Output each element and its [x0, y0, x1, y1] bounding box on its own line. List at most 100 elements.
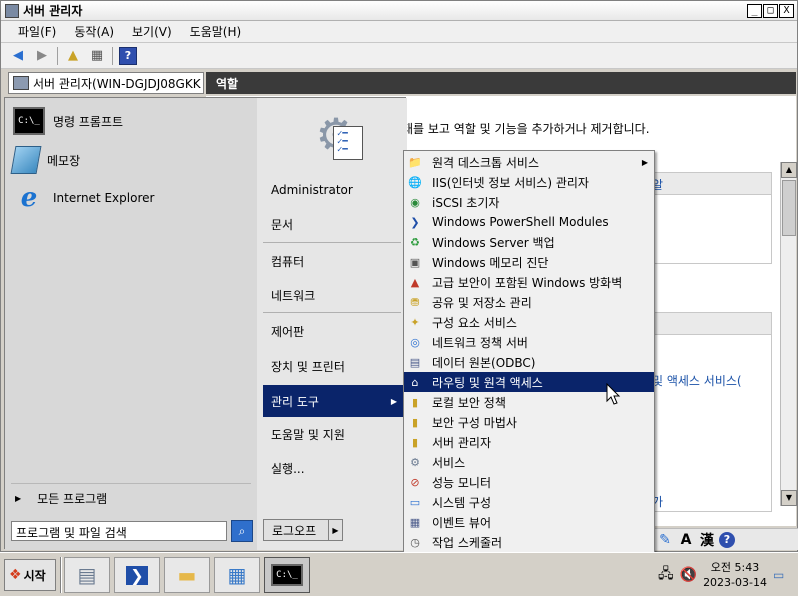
- pinned-command-prompt[interactable]: C:\_ 명령 프롬프트: [13, 105, 123, 137]
- admin-tool-item[interactable]: ▤ 데이터 원본(ODBC): [404, 352, 654, 372]
- minimize-button[interactable]: _: [747, 3, 762, 18]
- start-item-admin-tools[interactable]: 관리 도구 ▶: [263, 385, 403, 417]
- pinned-internet-explorer[interactable]: e Internet Explorer: [13, 182, 155, 214]
- start-item-network[interactable]: 네트워크: [263, 281, 403, 309]
- admin-tool-label: 보안 구성 마법사: [432, 415, 517, 430]
- ime-mode-icon[interactable]: A: [677, 531, 695, 549]
- all-programs-label: 모든 프로그램: [37, 492, 108, 506]
- close-button[interactable]: X: [779, 3, 794, 18]
- folder-icon: 📁: [408, 155, 422, 169]
- admin-tool-item[interactable]: ▦ 이벤트 뷰어: [404, 512, 654, 532]
- separator: [60, 557, 62, 593]
- start-item-label: 컴퓨터: [271, 254, 305, 269]
- vertical-scrollbar[interactable]: ▲ ▼: [780, 162, 797, 506]
- language-bar: ✎ A 漢 ?: [654, 528, 798, 550]
- admin-tool-item[interactable]: ⚙ 서비스: [404, 452, 654, 472]
- start-button[interactable]: ❖ 시작: [4, 559, 56, 591]
- admin-tool-item[interactable]: 📁 원격 데스크톱 서비스 ▶: [404, 152, 654, 172]
- menu-help[interactable]: 도움말(H): [181, 21, 251, 42]
- maximize-button[interactable]: □: [763, 3, 778, 18]
- shutdown-options-arrow-icon[interactable]: ▶: [328, 520, 342, 540]
- start-item-label: 관리 도구: [271, 394, 319, 409]
- menu-bar: 파일(F) 동작(A) 보기(V) 도움말(H): [1, 21, 797, 43]
- admin-tool-label: 작업 스케줄러: [432, 535, 503, 550]
- separator: [11, 483, 251, 484]
- powershell-icon: ❯: [410, 215, 420, 229]
- admin-tool-item[interactable]: ▲ 고급 보안이 포함된 Windows 방화벽: [404, 272, 654, 292]
- scroll-down-icon[interactable]: ▼: [781, 490, 797, 506]
- pinned-label: 명령 프롬프트: [53, 114, 124, 129]
- services-icon: ⚙: [410, 455, 420, 469]
- admin-tool-item[interactable]: ❯ Windows PowerShell Modules: [404, 212, 654, 232]
- start-item-control-panel[interactable]: 제어판: [263, 317, 403, 345]
- title-bar[interactable]: 서버 관리자 _ □ X: [1, 1, 797, 21]
- help-icon[interactable]: ?: [119, 46, 137, 65]
- start-label: 시작: [23, 568, 46, 583]
- start-item-devices-printers[interactable]: 장치 및 프린터: [263, 352, 403, 380]
- all-programs[interactable]: ▶ 모든 프로그램: [15, 490, 253, 507]
- routing-service-link-partial[interactable]: 및 액세스 서비스(: [652, 372, 742, 389]
- start-menu: C:\_ 명령 프롬프트 메모장 e Internet Explorer ▶ 모…: [4, 97, 407, 550]
- memory-diagnostic-icon: ▣: [409, 255, 421, 269]
- admin-tool-item[interactable]: ▣ Windows 메모리 진단: [404, 252, 654, 272]
- clock[interactable]: 오전 5:43 2023-03-14: [703, 560, 767, 590]
- taskbar-server-manager[interactable]: ▤: [64, 557, 110, 593]
- admin-tool-item[interactable]: ▮ 서버 관리자: [404, 432, 654, 452]
- start-item-help-support[interactable]: 도움말 및 지원: [263, 420, 403, 448]
- menu-action[interactable]: 동작(A): [65, 21, 123, 42]
- admin-tool-item[interactable]: ◉ iSCSI 초기자: [404, 192, 654, 212]
- taskbar-explorer[interactable]: ▬: [164, 557, 210, 593]
- taskbar-command-prompt[interactable]: C:\_: [264, 557, 310, 593]
- admin-tool-label: 네트워크 정책 서버: [432, 335, 528, 350]
- hanja-icon[interactable]: 漢: [698, 531, 716, 549]
- checklist-icon: ✓━ ✓━ ✓━: [333, 126, 363, 160]
- admin-tool-item[interactable]: ♻ Windows Server 백업: [404, 232, 654, 252]
- admin-tool-item[interactable]: ◷ 작업 스케줄러: [404, 532, 654, 552]
- pinned-label: 메모장: [47, 153, 81, 168]
- powershell-icon: ❯: [126, 565, 148, 585]
- back-arrow-icon[interactable]: ◀: [9, 47, 27, 65]
- menu-view[interactable]: 보기(V): [123, 21, 181, 42]
- admin-tool-item[interactable]: ⛃ 공유 및 저장소 관리: [404, 292, 654, 312]
- start-item-administrator[interactable]: Administrator: [263, 176, 403, 204]
- backup-icon: ♻: [410, 235, 420, 249]
- taskbar-powershell[interactable]: ❯: [114, 557, 160, 593]
- up-folder-icon[interactable]: ▲: [64, 47, 82, 65]
- admin-tool-item[interactable]: ✦ 구성 요소 서비스: [404, 312, 654, 332]
- toolbar-separator: [57, 46, 58, 65]
- role-description: 태를 보고 역할 및 기능을 추가하거나 제거합니다.: [402, 122, 650, 136]
- start-item-computer[interactable]: 컴퓨터: [263, 247, 403, 275]
- admin-tool-item[interactable]: ▭ 시스템 구성: [404, 492, 654, 512]
- start-item-label: 장치 및 프린터: [271, 359, 345, 374]
- menu-file[interactable]: 파일(F): [9, 21, 65, 42]
- start-item-run[interactable]: 실행...: [263, 454, 403, 482]
- show-tree-icon[interactable]: ▦: [88, 47, 106, 65]
- server-icon: [13, 76, 29, 90]
- taskbar-network[interactable]: ▦: [214, 557, 260, 593]
- admin-tool-item[interactable]: ◎ 네트워크 정책 서버: [404, 332, 654, 352]
- search-icon[interactable]: ⌕: [231, 520, 253, 542]
- admin-tool-item[interactable]: ▮ 보안 구성 마법사: [404, 412, 654, 432]
- pinned-notepad[interactable]: 메모장: [10, 144, 81, 176]
- admin-tool-label: 로컬 보안 정책: [432, 395, 506, 410]
- ime-help-icon[interactable]: ?: [719, 531, 735, 548]
- start-item-documents[interactable]: 문서: [263, 210, 403, 238]
- show-desktop-icon[interactable]: ▭: [773, 568, 784, 582]
- logoff-button[interactable]: 로그오프 ▶: [263, 519, 343, 541]
- command-prompt-icon: C:\_: [13, 107, 45, 135]
- volume-muted-icon[interactable]: 🔇: [680, 567, 697, 583]
- admin-tool-item[interactable]: 🌐 IIS(인터넷 정보 서비스) 관리자: [404, 172, 654, 192]
- search-input[interactable]: 프로그램 및 파일 검색: [11, 521, 227, 541]
- network-tray-icon[interactable]: 🖧: [658, 563, 674, 587]
- scroll-up-icon[interactable]: ▲: [781, 162, 797, 178]
- security-wizard-icon: ▮: [411, 415, 419, 429]
- admin-tool-item[interactable]: ⊘ 성능 모니터: [404, 472, 654, 492]
- tree-root[interactable]: 서버 관리자(WIN-DGJDJ08GKK: [8, 72, 204, 94]
- admin-tool-label: 라우팅 및 원격 액세스: [432, 375, 543, 390]
- forward-arrow-icon[interactable]: ▶: [33, 47, 51, 65]
- ime-pen-icon[interactable]: ✎: [656, 531, 674, 549]
- role-header: 역할: [206, 72, 796, 94]
- scroll-thumb[interactable]: [782, 180, 796, 236]
- admin-tool-label: 데이터 원본(ODBC): [432, 355, 536, 370]
- admin-tool-label: 고급 보안이 포함된 Windows 방화벽: [432, 275, 623, 290]
